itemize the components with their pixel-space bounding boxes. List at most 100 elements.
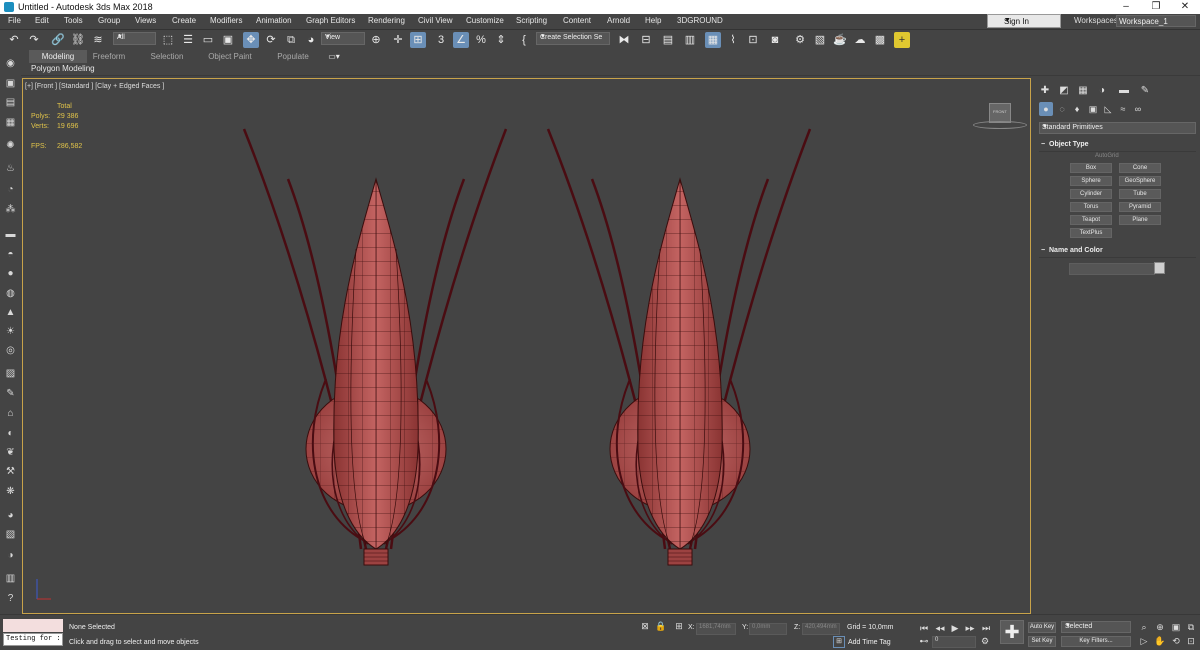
isolate-selection-icon[interactable]: ⊠ <box>639 620 651 632</box>
grid-icon[interactable]: ▨ <box>3 367 18 381</box>
pan-icon[interactable]: ✋ <box>1154 635 1166 647</box>
curve-editor-icon[interactable]: ⌇ <box>725 32 741 48</box>
field-of-view-icon[interactable]: ▷ <box>1138 635 1150 647</box>
group-icon[interactable]: ⁂ <box>3 203 18 217</box>
eye-icon[interactable]: ◉ <box>3 57 18 71</box>
hierarchy-tab-icon[interactable]: ▦ <box>1076 84 1090 98</box>
cylinder-icon[interactable]: ◍ <box>3 287 18 301</box>
render-setup-icon[interactable]: ⚙ <box>792 32 808 48</box>
auto-key-button[interactable]: Auto Key <box>1028 622 1056 633</box>
link-icon[interactable]: 🔗 <box>50 32 66 48</box>
modify-tab-icon[interactable]: ◩ <box>1057 84 1071 98</box>
sign-in-dropdown[interactable]: Sign In ▼ <box>987 14 1061 28</box>
key-set-dropdown[interactable]: Selected ▼ <box>1061 621 1131 633</box>
menu-help[interactable]: Help <box>645 16 661 25</box>
mirror-icon[interactable]: ⧓ <box>616 32 632 48</box>
keyboard-shortcut-override-icon[interactable]: ⊞ <box>410 32 426 48</box>
teapot-button[interactable]: Teapot <box>1070 215 1112 225</box>
tab-freeform[interactable]: Freeform <box>88 50 130 63</box>
y-coordinate-field[interactable]: 0,0mm <box>749 623 787 635</box>
go-to-start-icon[interactable]: ⏮ <box>918 622 930 634</box>
undo-icon[interactable]: ↶ <box>6 32 22 48</box>
torus-button[interactable]: Torus <box>1070 202 1112 212</box>
percent-snap-icon[interactable]: % <box>473 32 489 48</box>
cylinder-button[interactable]: Cylinder <box>1070 189 1112 199</box>
plane-button[interactable]: Plane <box>1119 215 1161 225</box>
render-icon[interactable]: ◑ <box>3 549 18 563</box>
sphere-button[interactable]: Sphere <box>1070 176 1112 186</box>
render-iterative-icon[interactable]: ☁ <box>852 32 868 48</box>
select-and-move-icon[interactable]: ✥ <box>243 32 259 48</box>
ribbon-options-icon[interactable]: ▭▾ <box>324 50 344 63</box>
current-frame-field[interactable]: 0 <box>932 636 976 648</box>
light-icon[interactable]: ✺ <box>3 139 18 153</box>
set-key-button[interactable]: Set Key <box>1028 636 1056 647</box>
next-frame-icon[interactable]: ▸▸ <box>964 622 976 634</box>
named-selection-dropdown[interactable]: Create Selection Se ▼ <box>536 32 610 45</box>
z-coordinate-field[interactable]: 420,494mm <box>802 623 840 635</box>
menu-3dground[interactable]: 3DGROUND <box>677 16 723 25</box>
previous-frame-icon[interactable]: ◂◂ <box>934 622 946 634</box>
menu-animation[interactable]: Animation <box>256 16 292 25</box>
object-color-swatch[interactable] <box>1154 262 1165 274</box>
document-icon[interactable]: ▥ <box>3 572 18 586</box>
x-coordinate-field[interactable]: 1681,74mm <box>696 623 736 635</box>
menu-edit[interactable]: Edit <box>35 16 49 25</box>
zoom-all-icon[interactable]: ⊕ <box>1154 621 1166 633</box>
zoom-extents-icon[interactable]: ▣ <box>1170 621 1182 633</box>
leaf-icon[interactable]: ❦ <box>3 446 18 460</box>
autogrid-checkbox[interactable]: AutoGrid <box>1095 153 1119 159</box>
rendered-frame-window-icon[interactable]: ▧ <box>812 32 828 48</box>
orbit-icon[interactable]: ⟲ <box>1170 635 1182 647</box>
box-icon[interactable]: ▬ <box>3 228 18 242</box>
menu-scripting[interactable]: Scripting <box>516 16 547 25</box>
dome-icon[interactable]: ◓ <box>3 248 18 262</box>
utilities-tab-icon[interactable]: ✎ <box>1138 84 1152 98</box>
name-and-color-rollout[interactable]: − Name and Color <box>1039 246 1196 258</box>
select-object-icon[interactable]: ⬚ <box>160 32 176 48</box>
cone-button[interactable]: Cone <box>1119 163 1161 173</box>
spinner-snap-icon[interactable]: ⇕ <box>493 32 509 48</box>
select-manipulate-icon[interactable]: ✛ <box>390 32 406 48</box>
display-tab-icon[interactable]: ▬ <box>1117 84 1131 98</box>
teapot-icon[interactable]: ♨ <box>3 162 18 176</box>
bind-space-warp-icon[interactable]: ≋ <box>90 32 106 48</box>
set-key-big-icon[interactable]: ✚ <box>1000 620 1024 644</box>
helpers-icon[interactable]: ◺ <box>1101 102 1115 116</box>
workspace-dropdown[interactable]: Workspace_1 <box>1116 15 1196 27</box>
key-filters-button[interactable]: Key Filters... <box>1061 636 1131 647</box>
reference-coordinate-dropdown[interactable]: View ▼ <box>321 32 365 45</box>
polygon-modeling-label[interactable]: Polygon Modeling <box>31 64 95 73</box>
align-icon[interactable]: ⊟ <box>638 32 654 48</box>
sphere-material-icon[interactable]: ◕ <box>3 509 18 523</box>
object-name-field[interactable] <box>1069 263 1155 275</box>
sphere-icon[interactable]: ● <box>3 267 18 281</box>
menu-modifiers[interactable]: Modifiers <box>210 16 242 25</box>
tab-selection[interactable]: Selection <box>145 50 189 63</box>
rectangular-selection-icon[interactable]: ▭ <box>200 32 216 48</box>
select-and-place-icon[interactable]: ◕ <box>303 32 319 48</box>
maxscript-mini-listener-input[interactable]: Testing for : <box>3 633 63 646</box>
play-icon[interactable]: ▶ <box>949 622 961 634</box>
scene-icon[interactable]: ▣ <box>3 77 18 91</box>
list-icon[interactable]: ▤ <box>3 96 18 110</box>
select-by-name-icon[interactable]: ☰ <box>180 32 196 48</box>
plant-model-right[interactable] <box>546 127 812 567</box>
scene-canvas[interactable] <box>23 79 1030 613</box>
tab-populate[interactable]: Populate <box>272 50 314 63</box>
menu-content[interactable]: Content <box>563 16 591 25</box>
window-crossing-icon[interactable]: ▣ <box>220 32 236 48</box>
paint-icon[interactable]: ▧ <box>3 528 18 542</box>
globe-icon[interactable]: ◐ <box>3 427 18 441</box>
systems-icon[interactable]: ∞ <box>1131 102 1145 116</box>
plugin-icon[interactable]: + <box>894 32 910 48</box>
geometry-icon[interactable]: ● <box>1039 102 1053 116</box>
table-icon[interactable]: ▦ <box>3 116 18 130</box>
absolute-mode-icon[interactable]: ⊞ <box>673 620 685 632</box>
render-activeshade-icon[interactable]: ▩ <box>872 32 888 48</box>
spacewarps-icon[interactable]: ≈ <box>1116 102 1130 116</box>
tube-button[interactable]: Tube <box>1119 189 1161 199</box>
help-icon[interactable]: ? <box>3 592 18 606</box>
arch-icon[interactable]: ⌂ <box>3 407 18 421</box>
tab-object-paint[interactable]: Object Paint <box>203 50 257 63</box>
